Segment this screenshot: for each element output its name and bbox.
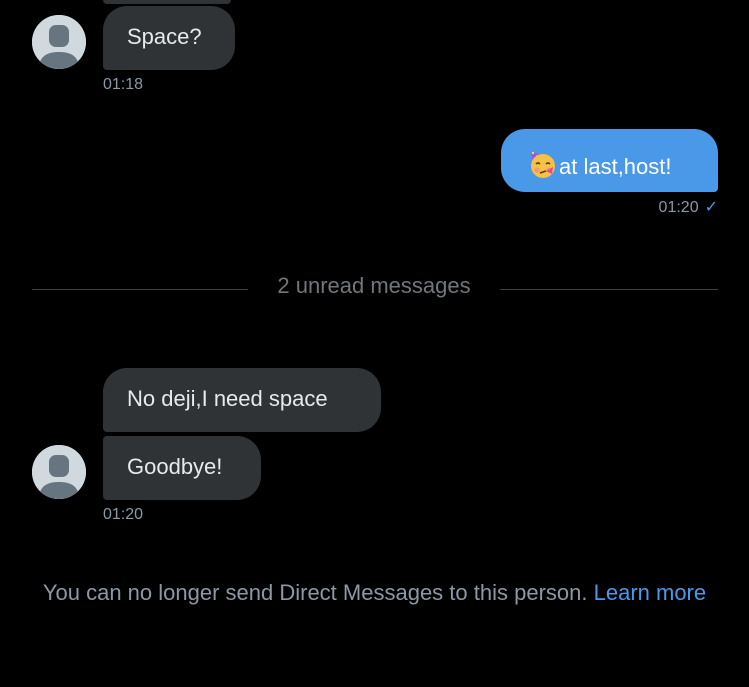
default-profile-icon xyxy=(32,15,86,69)
unread-messages-divider: 2 unread messages xyxy=(277,273,471,298)
partying-face-emoji-icon xyxy=(527,149,557,183)
message-bubble-received[interactable]: No deji,I need space xyxy=(103,368,381,432)
previous-message-edge xyxy=(103,0,231,4)
notice-text: You can no longer send Direct Messages t… xyxy=(42,580,588,605)
message-bubble-received[interactable]: Goodbye! xyxy=(103,436,261,500)
contact-avatar[interactable] xyxy=(32,445,86,499)
message-timestamp: 01:20 ✓ xyxy=(659,200,718,216)
default-profile-icon xyxy=(32,445,86,499)
timestamp-text: 01:20 xyxy=(658,199,699,216)
message-bubble-received[interactable]: Space? xyxy=(103,6,235,70)
message-timestamp: 01:18 xyxy=(103,76,144,93)
divider-line-right xyxy=(500,289,718,290)
read-receipt-check-icon: ✓ xyxy=(704,199,718,216)
message-text: No deji,I need space xyxy=(127,386,328,411)
message-text: at last,host! xyxy=(559,154,672,179)
contact-avatar[interactable] xyxy=(32,15,86,69)
learn-more-link[interactable]: Learn more xyxy=(594,580,707,605)
message-timestamp: 01:20 xyxy=(103,506,144,523)
message-text: Space? xyxy=(127,24,202,49)
message-bubble-sent[interactable]: at last,host! xyxy=(501,129,718,192)
dm-restricted-notice: You can no longer send Direct Messages t… xyxy=(20,579,729,607)
message-text: Goodbye! xyxy=(127,454,223,479)
divider-line-left xyxy=(32,289,248,290)
